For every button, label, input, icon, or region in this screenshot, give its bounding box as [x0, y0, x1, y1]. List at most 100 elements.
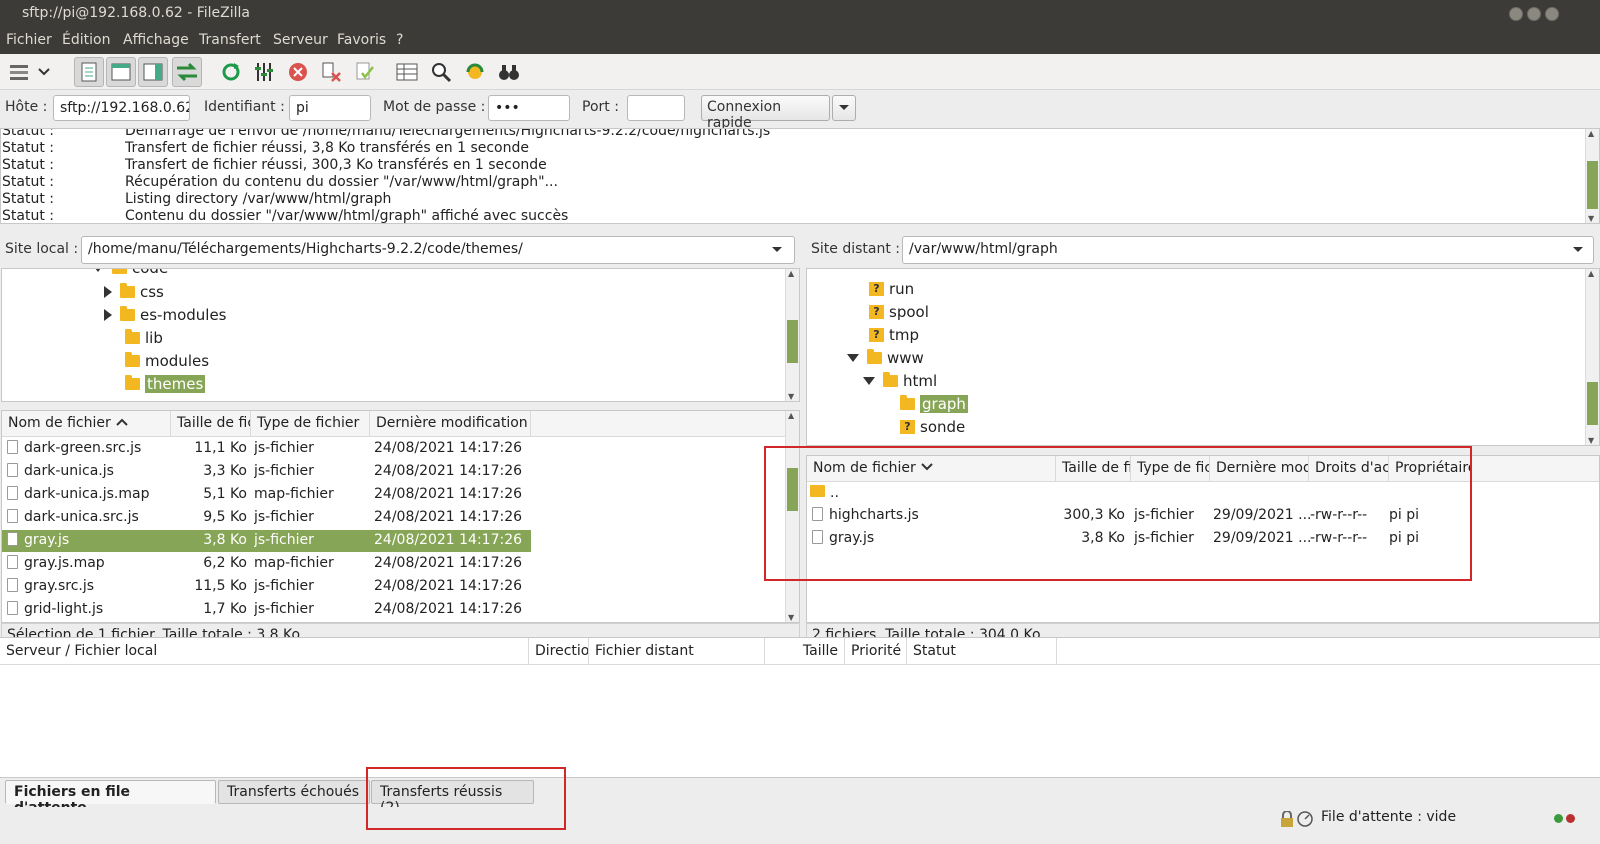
tree-node-run[interactable]: ? run [869, 278, 914, 299]
minimize-button[interactable] [1509, 7, 1523, 21]
password-input[interactable]: ••• [488, 95, 570, 121]
cancel-icon[interactable] [283, 57, 313, 87]
remote-path-input[interactable]: /var/www/html/graph [902, 236, 1594, 264]
local-file-row[interactable]: gray.src.js 11,5 Ko js-fichier 24/08/2021 1… [2, 576, 531, 598]
col-queue-local[interactable]: Serveur / Fichier local [0, 638, 529, 664]
unknown-folder-icon: ? [869, 327, 884, 342]
local-file-row[interactable]: dark-unica.src.js 9,5 Ko js-fichier 24/08/2… [2, 507, 531, 529]
menu-serveur[interactable]: Serveur [273, 32, 328, 48]
local-site-label: Site local : [5, 241, 79, 257]
tab-failed-transfers[interactable]: Transferts échoués [218, 780, 370, 804]
binoculars-icon[interactable] [494, 57, 524, 87]
folder-icon [120, 305, 135, 321]
tree-node-es-modules[interactable]: es-modules [104, 304, 226, 325]
toggle-remote-tree-icon[interactable] [138, 57, 168, 87]
menu-bar: Fichier Édition Affichage Transfert Serv… [0, 28, 1600, 54]
local-path-input[interactable]: /home/manu/Téléchargements/Highcharts-9.… [81, 236, 795, 264]
local-file-row[interactable]: dark-unica.js 3,3 Ko js-fichier 24/08/2021 … [2, 461, 531, 483]
unknown-folder-icon: ? [900, 419, 915, 434]
file-icon [7, 509, 18, 523]
menu-transfert[interactable]: Transfert [199, 32, 261, 48]
menu-help[interactable]: ? [396, 32, 403, 48]
col-queue-remote[interactable]: Fichier distant [589, 638, 765, 664]
local-directory-tree[interactable]: code css es-modules lib modules themes ▲… [1, 268, 800, 402]
username-input[interactable]: pi [289, 95, 371, 121]
window-title: sftp://pi@192.168.0.62 - FileZilla [22, 5, 251, 21]
disconnect-icon[interactable] [316, 57, 346, 87]
local-file-list[interactable]: Nom de fichier Taille de fic Type de fic… [1, 410, 800, 623]
host-input[interactable]: sftp://192.168.0.62 [53, 95, 190, 121]
local-file-row[interactable]: dark-green.src.js 11,1 Ko js-fichier 24/08/… [2, 438, 531, 460]
tree-node-modules[interactable]: modules [125, 350, 209, 371]
directory-compare-icon[interactable] [392, 57, 422, 87]
title-bar: sftp://pi@192.168.0.62 - FileZilla [0, 0, 1600, 28]
maximize-button[interactable] [1527, 7, 1541, 21]
file-icon [7, 463, 18, 477]
tree-node-www[interactable]: www [847, 347, 924, 368]
local-tree-scrollbar[interactable]: ▲ ▼ [785, 269, 799, 401]
local-file-row[interactable]: gray.js.map 6,2 Ko map-fichier 24/08/2021 1… [2, 553, 531, 575]
toggle-log-icon[interactable] [74, 57, 104, 87]
col-queue-status[interactable]: Statut [907, 638, 1057, 664]
log-scrollbar[interactable]: ▲ ▼ [1585, 129, 1599, 223]
chevron-down-icon[interactable] [770, 244, 784, 256]
tree-node-css[interactable]: css [104, 281, 164, 302]
menu-favoris[interactable]: Favoris [337, 32, 386, 48]
tab-queued-files[interactable]: Fichiers en file d'attente [5, 780, 216, 816]
toggle-queue-icon[interactable] [172, 57, 202, 87]
toggle-local-tree-icon[interactable] [106, 57, 136, 87]
col-local-size[interactable]: Taille de fic [171, 411, 251, 437]
tree-node-graph[interactable]: graph [900, 393, 968, 414]
local-file-row[interactable]: grid-light.js 1,7 Ko js-fichier 24/08/2021 … [2, 599, 531, 621]
close-button[interactable] [1545, 7, 1559, 21]
unknown-folder-icon: ? [869, 304, 884, 319]
col-local-type[interactable]: Type de fichier [251, 411, 370, 437]
remote-tree-scrollbar[interactable]: ▲ ▼ [1585, 269, 1599, 445]
col-local-date[interactable]: Dernière modification [370, 411, 531, 437]
transfer-queue[interactable]: Serveur / Fichier local Directio Fichier… [0, 637, 1600, 777]
search-icon[interactable] [426, 57, 456, 87]
menu-edition[interactable]: Édition [62, 32, 110, 48]
queue-status-text: File d'attente : vide [1321, 809, 1457, 825]
tree-node-code[interactable]: code [92, 269, 168, 278]
port-label: Port : [582, 99, 619, 115]
chevron-down-icon[interactable] [1571, 244, 1585, 256]
col-queue-priority[interactable]: Priorité [845, 638, 907, 664]
col-queue-direction[interactable]: Directio [529, 638, 589, 664]
sync-browse-icon[interactable] [460, 57, 490, 87]
site-manager-icon[interactable] [4, 57, 34, 87]
quickconnect-button[interactable]: Connexion rapide [701, 95, 830, 131]
col-local-filename[interactable]: Nom de fichier [2, 411, 171, 437]
quickconnect-dropdown[interactable] [832, 95, 856, 121]
folder-icon [883, 371, 898, 387]
filter-icon[interactable] [249, 57, 279, 87]
local-file-row-selected[interactable]: gray.js 3,8 Ko js-fichier 24/08/2021 14:17:… [2, 530, 531, 552]
menu-fichier[interactable]: Fichier [6, 32, 52, 48]
toolbar [0, 54, 1600, 90]
chevron-down-icon[interactable] [34, 57, 54, 87]
tree-node-html[interactable]: html [863, 370, 937, 391]
local-list-header: Nom de fichier Taille de fic Type de fic… [2, 411, 799, 437]
tree-node-spool[interactable]: ? spool [869, 301, 929, 322]
password-label: Mot de passe : [383, 99, 486, 115]
tree-node-sonde[interactable]: ? sonde [900, 416, 965, 437]
quickconnect-bar: Hôte : sftp://192.168.0.62 Identifiant :… [0, 90, 1600, 131]
menu-affichage[interactable]: Affichage [123, 32, 189, 48]
tree-node-lib[interactable]: lib [125, 327, 163, 348]
speed-limit-icon[interactable] [1297, 811, 1313, 827]
file-icon [7, 440, 18, 454]
local-file-row[interactable]: dark-unica.js.map 5,1 Ko map-fichier 24/08/… [2, 484, 531, 506]
unknown-folder-icon: ? [869, 281, 884, 296]
file-icon [7, 532, 18, 546]
chevron-down-icon [839, 105, 849, 110]
refresh-icon[interactable] [216, 57, 246, 87]
lock-icon [1281, 811, 1293, 827]
folder-icon [867, 348, 882, 364]
message-log[interactable]: Statut : Démarrage de l'envoi de /home/ma… [0, 128, 1600, 224]
port-input[interactable] [627, 95, 685, 121]
tree-node-themes[interactable]: themes [125, 373, 206, 394]
tree-node-tmp[interactable]: ? tmp [869, 324, 919, 345]
remote-directory-tree[interactable]: ? run ? spool ? tmp www html graph ? sonde ▲… [806, 268, 1600, 446]
col-queue-size[interactable]: Taille [765, 638, 845, 664]
reconnect-icon[interactable] [350, 57, 380, 87]
